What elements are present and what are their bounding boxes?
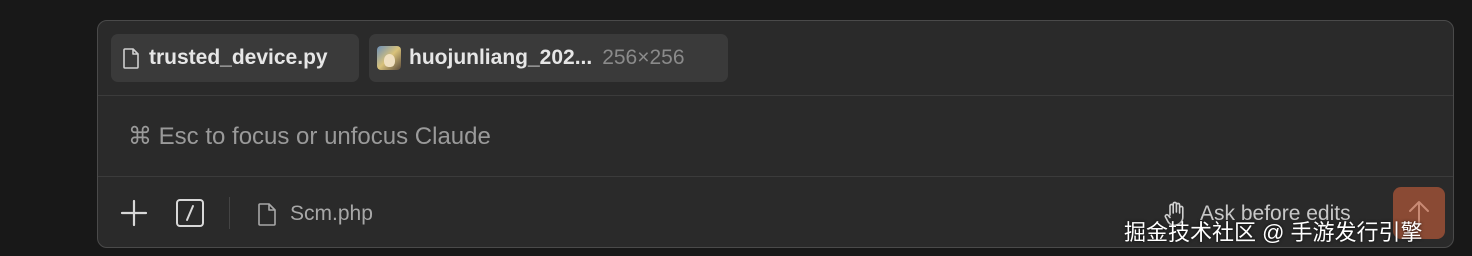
context-file-name: Scm.php — [290, 202, 373, 225]
edit-mode-toggle[interactable]: Ask before edits — [1164, 199, 1351, 229]
arrow-up-icon — [1407, 200, 1431, 226]
attachment-chip-file[interactable]: trusted_device.py — [111, 34, 359, 82]
attachment-row: trusted_device.py huojunliang_202... 256… — [98, 21, 1453, 96]
prompt-area — [98, 96, 1453, 178]
attachment-chip-image[interactable]: huojunliang_202... 256×256 — [369, 34, 728, 82]
input-toolbar: Scm.php Ask before edits — [98, 177, 1453, 247]
toolbar-divider — [229, 197, 230, 229]
file-icon — [123, 47, 139, 69]
chat-input-panel: trusted_device.py huojunliang_202... 256… — [97, 20, 1454, 248]
mode-label: Ask before edits — [1200, 202, 1351, 225]
prompt-input[interactable] — [126, 96, 1330, 178]
hand-icon — [1164, 201, 1188, 227]
image-dimensions: 256×256 — [602, 46, 685, 69]
context-file[interactable]: Scm.php — [258, 199, 373, 229]
file-icon — [258, 202, 276, 226]
attachment-name: trusted_device.py — [149, 46, 328, 69]
send-button[interactable] — [1393, 187, 1445, 239]
slash-command-icon — [175, 198, 205, 228]
attachment-name: huojunliang_202... — [409, 46, 593, 69]
plus-icon — [120, 199, 148, 227]
slash-command-button[interactable] — [174, 197, 206, 229]
image-thumbnail — [377, 46, 401, 70]
add-attachment-button[interactable] — [118, 197, 150, 229]
